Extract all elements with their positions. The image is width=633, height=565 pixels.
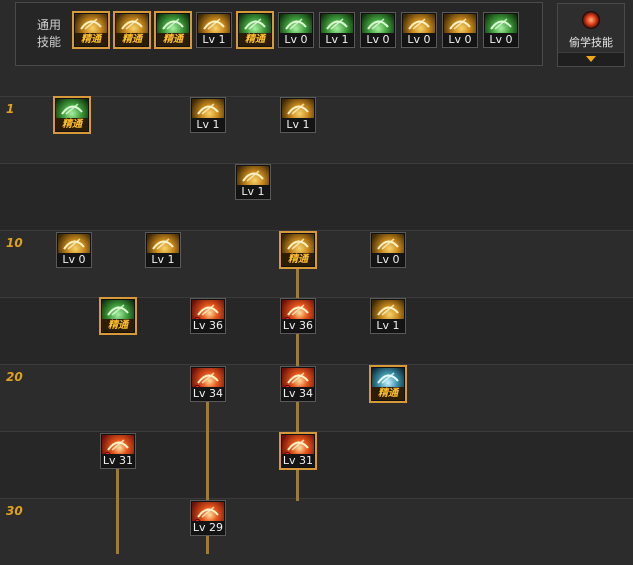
skill-level-badge: Lv 0 — [372, 253, 404, 266]
skill-slot[interactable]: Lv 34 — [190, 366, 226, 402]
skill-slot[interactable]: Lv 0 — [278, 12, 314, 48]
skill-slot[interactable]: Lv 1 — [235, 164, 271, 200]
dropdown-arrow-icon[interactable] — [558, 52, 624, 66]
skill-level-badge: Lv 36 — [192, 319, 224, 332]
common-skills-label: 通用 技能 — [34, 17, 64, 51]
skill-slot[interactable]: 精通 — [236, 11, 274, 49]
level-marker: 1 — [6, 102, 15, 116]
tree-row: 1 — [0, 96, 633, 163]
skill-slot[interactable]: 精通 — [53, 96, 91, 134]
skill-slot[interactable]: 精通 — [72, 11, 110, 49]
skill-slot[interactable]: Lv 29 — [190, 500, 226, 536]
skill-level-badge: Lv 0 — [485, 33, 517, 46]
skill-slot[interactable]: Lv 31 — [100, 433, 136, 469]
tree-row: 30 — [0, 498, 633, 565]
common-skills-panel: 通用 技能 精通 精通 精通 Lv 1 精通 Lv 0 Lv 1 Lv 0 Lv 0 Lv 0 Lv… — [15, 2, 543, 66]
tree-row: 10 — [0, 230, 633, 297]
skill-slot[interactable]: Lv 36 — [280, 298, 316, 334]
skill-level-badge: Lv 1 — [282, 118, 314, 131]
skill-level-badge: Lv 0 — [444, 33, 476, 46]
skill-level-badge: Lv 0 — [58, 253, 90, 266]
prereq-line — [116, 469, 119, 554]
skill-level-badge: 精通 — [56, 118, 88, 131]
skill-level-badge: Lv 36 — [282, 319, 314, 332]
skill-level-badge: 精通 — [239, 33, 271, 46]
steal-skill-label: 偷学技能 — [569, 36, 613, 49]
skill-slot[interactable]: 精通 — [154, 11, 192, 49]
skill-slot[interactable]: Lv 0 — [442, 12, 478, 48]
skill-slot[interactable]: Lv 0 — [56, 232, 92, 268]
skill-slot[interactable]: Lv 1 — [370, 298, 406, 334]
skill-level-badge: Lv 34 — [282, 387, 314, 400]
skill-slot[interactable]: 精通 — [99, 297, 137, 335]
skill-level-badge: Lv 1 — [198, 33, 230, 46]
common-skills-label-line1: 通用 — [36, 18, 61, 32]
steal-orb-icon — [582, 11, 600, 29]
skill-slot[interactable]: Lv 1 — [319, 12, 355, 48]
skill-slot[interactable]: Lv 0 — [360, 12, 396, 48]
skill-slot[interactable]: Lv 1 — [145, 232, 181, 268]
skill-level-badge: Lv 0 — [362, 33, 394, 46]
tree-row — [0, 163, 633, 230]
tree-row — [0, 297, 633, 364]
skill-tree: 1 10 20 30 精通 Lv 1 Lv 1 Lv 1 Lv 0 Lv 1 精通 Lv 0 精… — [0, 96, 633, 565]
skill-slot[interactable]: Lv 34 — [280, 366, 316, 402]
skill-level-badge: Lv 34 — [192, 387, 224, 400]
skill-level-badge: 精通 — [372, 387, 404, 400]
skill-level-badge: Lv 31 — [102, 454, 134, 467]
skill-level-badge: Lv 0 — [403, 33, 435, 46]
skill-slot[interactable]: Lv 1 — [196, 12, 232, 48]
common-skills-bar: 通用 技能 精通 精通 精通 Lv 1 精通 Lv 0 Lv 1 Lv 0 Lv 0 Lv 0 Lv… — [0, 0, 633, 96]
level-marker: 20 — [6, 370, 23, 384]
skill-slot[interactable]: 精通 — [279, 231, 317, 269]
skill-slot[interactable]: 精通 — [369, 365, 407, 403]
skill-level-badge: 精通 — [116, 33, 148, 46]
skill-level-badge: 精通 — [75, 33, 107, 46]
skill-level-badge: Lv 1 — [192, 118, 224, 131]
skill-level-badge: Lv 31 — [282, 454, 314, 467]
skill-level-badge: 精通 — [282, 253, 314, 266]
skill-slot[interactable]: 精通 — [113, 11, 151, 49]
level-marker: 10 — [6, 236, 23, 250]
skill-slot[interactable]: Lv 0 — [401, 12, 437, 48]
skill-level-badge: Lv 29 — [192, 521, 224, 534]
skill-level-badge: 精通 — [102, 319, 134, 332]
skill-level-badge: Lv 1 — [321, 33, 353, 46]
skill-level-badge: Lv 0 — [280, 33, 312, 46]
skill-slot[interactable]: Lv 0 — [370, 232, 406, 268]
tree-row — [0, 431, 633, 498]
skill-slot[interactable]: Lv 1 — [280, 97, 316, 133]
skill-level-badge: Lv 1 — [237, 185, 269, 198]
skill-level-badge: Lv 1 — [147, 253, 179, 266]
skill-level-badge: Lv 1 — [372, 319, 404, 332]
steal-skill-button[interactable]: 偷学技能 — [557, 3, 625, 67]
tree-row: 20 — [0, 364, 633, 431]
level-marker: 30 — [6, 504, 23, 518]
skill-slot[interactable]: Lv 1 — [190, 97, 226, 133]
skill-slot[interactable]: Lv 0 — [483, 12, 519, 48]
skill-level-badge: 精通 — [157, 33, 189, 46]
common-skills-label-line2: 技能 — [36, 35, 61, 49]
skill-slot[interactable]: Lv 36 — [190, 298, 226, 334]
skill-slot[interactable]: Lv 31 — [279, 432, 317, 470]
